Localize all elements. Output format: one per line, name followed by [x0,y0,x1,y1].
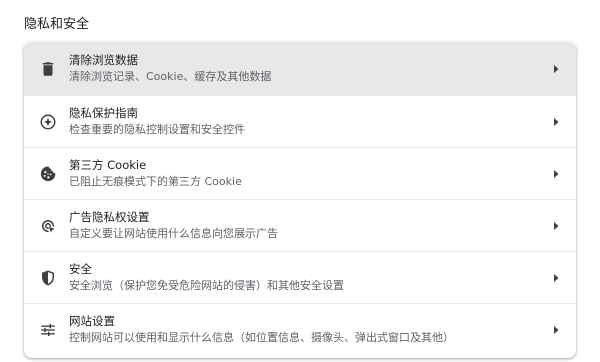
privacy-guide-row[interactable]: 隐私保护指南 检查重要的隐私控制设置和安全控件 [24,95,576,147]
site-settings-row[interactable]: 网站设置 控制网站可以使用和显示什么信息（如位置信息、摄像头、弹出式窗口及其他） [24,303,576,355]
row-sublabel: 安全浏览（保护您免受危险网站的侵害）和其他安全设置 [69,279,344,292]
trash-icon [24,60,72,78]
row-label: 第三方 Cookie [69,158,147,172]
row-sublabel: 检查重要的隐私控制设置和安全控件 [69,123,245,136]
chevron-right-icon [536,325,576,334]
compass-icon [24,113,72,131]
sliders-icon [24,321,72,339]
row-label: 广告隐私权设置 [69,210,150,224]
cookie-icon [24,165,72,183]
row-label: 隐私保护指南 [69,106,138,120]
row-label: 安全 [69,262,92,276]
row-label: 网站设置 [69,314,115,328]
row-sublabel: 自定义要让网站使用什么信息向您展示广告 [69,227,278,240]
row-sublabel: 已阻止无痕模式下的第三方 Cookie [69,175,242,188]
privacy-security-card: 清除浏览数据 清除浏览记录、Cookie、缓存及其他数据 隐私保护指南 检查重要… [24,42,576,358]
row-sublabel: 控制网站可以使用和显示什么信息（如位置信息、摄像头、弹出式窗口及其他） [69,331,454,344]
section-title: 隐私和安全 [24,17,90,32]
ad-privacy-row[interactable]: 广告隐私权设置 自定义要让网站使用什么信息向您展示广告 [24,199,576,251]
clear-browsing-data-row[interactable]: 清除浏览数据 清除浏览记录、Cookie、缓存及其他数据 [24,42,576,95]
chevron-right-icon [536,273,576,282]
row-label: 清除浏览数据 [69,53,138,67]
ad-privacy-icon [24,217,72,235]
chevron-right-icon [536,64,576,73]
settings-page: 隐私和安全 清除浏览数据 清除浏览记录、Cookie、缓存及其他数据 隐私保护指… [0,0,600,362]
shield-icon [24,269,72,287]
chevron-right-icon [536,221,576,230]
chevron-right-icon [536,169,576,178]
row-sublabel: 清除浏览记录、Cookie、缓存及其他数据 [69,70,272,83]
security-row[interactable]: 安全 安全浏览（保护您免受危险网站的侵害）和其他安全设置 [24,251,576,303]
third-party-cookies-row[interactable]: 第三方 Cookie 已阻止无痕模式下的第三方 Cookie [24,147,576,199]
chevron-right-icon [536,117,576,126]
